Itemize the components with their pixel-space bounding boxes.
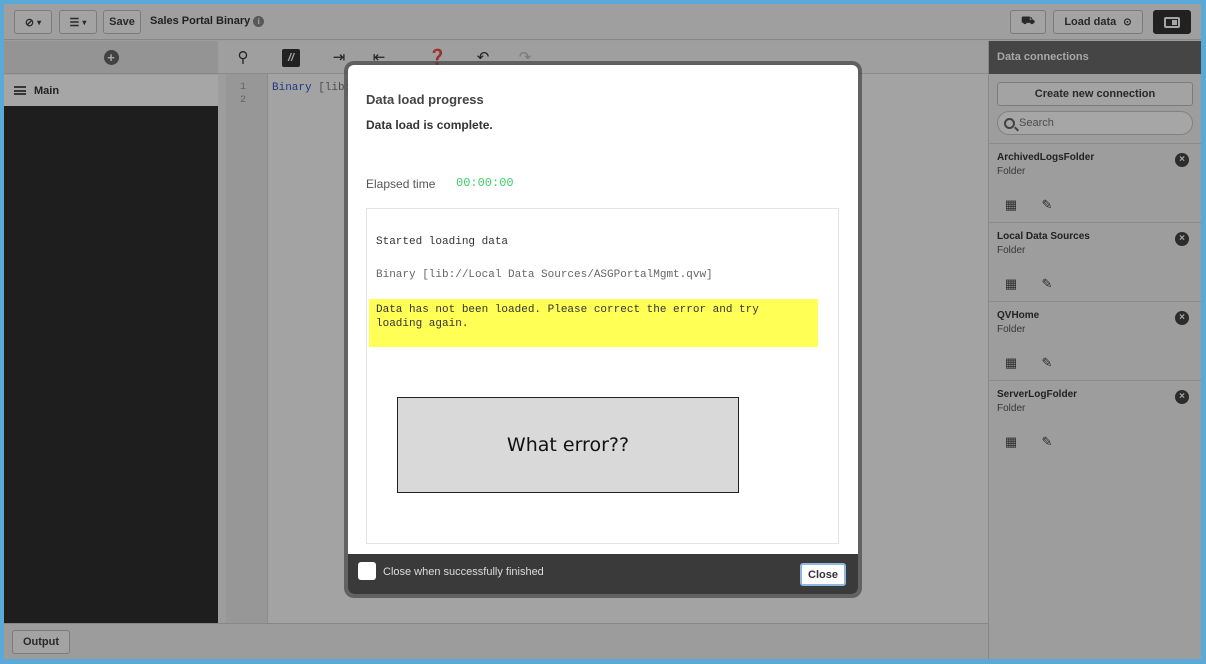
data-load-progress-dialog: Data load progress Data load is complete… — [348, 65, 858, 594]
log-line: Started loading data — [376, 236, 509, 248]
dialog-status: Data load is complete. — [366, 118, 493, 132]
annotation-callout: What error?? — [397, 397, 739, 493]
dialog-footer: Close when successfully finished Close — [348, 554, 858, 594]
elapsed-time-label: Elapsed time — [366, 177, 436, 191]
dialog-title: Data load progress — [366, 92, 484, 107]
elapsed-time-value: 00:00:00 — [456, 176, 514, 190]
close-button[interactable]: Close — [800, 563, 846, 586]
checkbox-label[interactable]: Close when successfully finished — [383, 566, 544, 578]
error-message: Data has not been loaded. Please correct… — [369, 299, 818, 347]
log-line: Binary [lib://Local Data Sources/ASGPort… — [376, 269, 713, 281]
load-log: Started loading data Binary [lib://Local… — [366, 208, 839, 544]
close-when-finished-checkbox[interactable] — [358, 562, 376, 580]
